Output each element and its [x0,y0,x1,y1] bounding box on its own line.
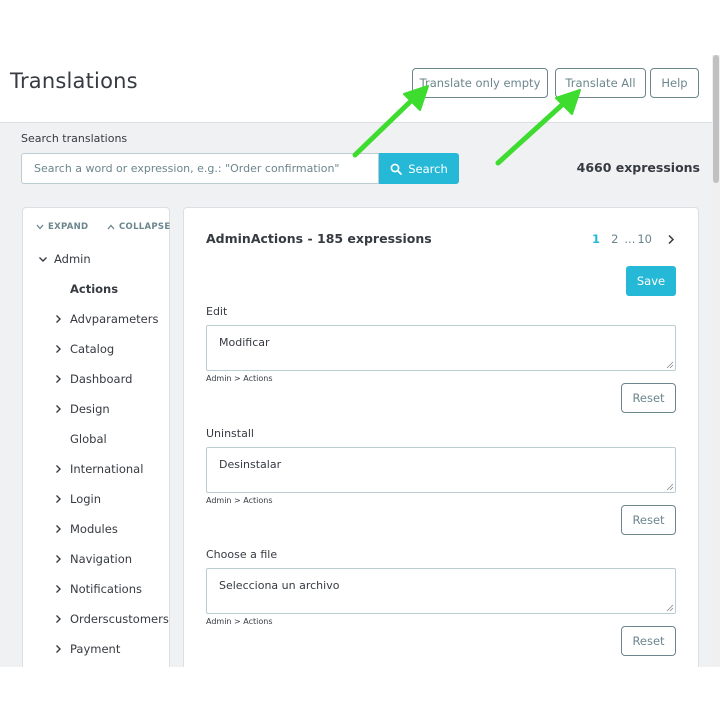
tree-item-label: Notifications [70,582,142,596]
tree-item-admin[interactable]: Admin [23,248,169,270]
expressions-count: 4660 expressions [576,160,700,175]
search-label: Search translations [21,132,128,145]
tree-item-catalog[interactable]: Catalog [23,338,169,360]
chevron-down-icon [39,256,47,262]
tree-item-label: International [70,462,144,476]
tree-item-notifications[interactable]: Notifications [23,578,169,600]
translation-path: Admin > Actions [206,374,273,383]
tree-item-orderscustomers[interactable]: Orderscustomers [23,608,169,630]
translation-textarea[interactable]: Selecciona un archivo [206,568,676,614]
tree-item-advparameters[interactable]: Advparameters [23,308,169,330]
scrollbar-thumb[interactable] [713,55,719,183]
chevron-right-icon [56,315,61,323]
translate-only-empty-button[interactable]: Translate only empty [412,68,548,98]
tree-item-label: Admin [54,252,91,266]
translations-panel: AdminActions - 185 expressions 1 2 ... 1… [183,207,699,667]
chevron-right-icon [56,555,61,563]
translation-tree: EXPAND COLLAPSE Admin Actions Advparamete… [22,207,170,667]
tree-item-label: Modules [70,522,118,536]
expand-all-button[interactable]: EXPAND [36,222,88,232]
resize-grip-icon[interactable] [666,604,674,612]
translation-path: Admin > Actions [206,617,273,626]
chevron-right-icon [56,345,61,353]
resize-grip-icon[interactable] [666,361,674,369]
chevron-right-icon [56,375,61,383]
tree-item-global[interactable]: Global [23,428,169,450]
chevron-down-icon [36,224,44,230]
tree-item-dashboard[interactable]: Dashboard [23,368,169,390]
tree-item-international[interactable]: International [23,458,169,480]
chevron-right-icon [56,405,61,413]
translation-path: Admin > Actions [206,495,273,505]
translation-value: Selecciona un archivo [219,579,340,592]
tree-item-label: Payment [70,642,121,656]
search-placeholder: Search a word or expression, e.g.: "Orde… [34,162,340,175]
translation-textarea[interactable]: Desinstalar [206,446,676,493]
search-button[interactable]: Search [379,153,459,184]
page-link-last[interactable]: 10 [637,232,652,246]
tree-item-label: Catalog [70,342,115,356]
expand-label: EXPAND [48,222,89,232]
page-link-2[interactable]: 2 [611,232,618,246]
chevron-up-icon [107,224,115,230]
tree-item-label: Navigation [70,552,133,566]
collapse-label: COLLAPSE [119,222,171,232]
tree-item-design[interactable]: Design [23,398,169,420]
chevron-right-icon [56,615,61,623]
reset-button[interactable]: Reset [621,383,676,413]
tree-item-modules[interactable]: Modules [23,518,169,540]
translation-textarea[interactable]: Modificar [206,325,676,371]
translation-value: Desinstalar [219,457,282,471]
tree-item-label: Design [70,402,110,416]
page-link-current[interactable]: 1 [592,232,600,246]
tree-item-label: Orderscustomers [70,612,169,626]
domain-title: AdminActions - 185 expressions [206,231,432,246]
chevron-right-icon [56,585,61,593]
search-input[interactable]: Search a word or expression, e.g.: "Orde… [21,153,379,184]
chevron-right-icon [56,495,61,503]
tree-item-login[interactable]: Login [23,488,169,510]
reset-button[interactable]: Reset [621,504,676,535]
entry-label: Edit [206,305,228,318]
tree-item-navigation[interactable]: Navigation [23,548,169,570]
entry-label: Choose a file [206,548,278,561]
tree-item-label: Login [70,492,102,506]
tree-item-actions[interactable]: Actions [23,278,169,300]
resize-grip-icon[interactable] [666,483,674,491]
chevron-right-icon [56,465,61,473]
chevron-right-icon [56,525,61,533]
save-button[interactable]: Save [626,266,676,296]
help-button[interactable]: Help [650,68,699,98]
tree-item-label: Actions [70,282,119,296]
collapse-all-button[interactable]: COLLAPSE [107,222,170,232]
chevron-right-icon [56,645,61,653]
page-title: Translations [10,69,138,93]
page-ellipsis: ... [624,232,636,246]
entry-label: Uninstall [206,426,254,440]
translate-all-button[interactable]: Translate All [555,68,646,98]
reset-button[interactable]: Reset [621,626,676,656]
chevron-right-icon[interactable] [666,234,676,245]
translation-value: Modificar [219,336,270,349]
tree-item-label: Dashboard [70,372,133,386]
page-scrollbar[interactable] [712,55,720,667]
search-icon [390,163,403,175]
tree-item-label: Global [70,432,107,446]
tree-item-label: Advparameters [70,312,159,326]
search-button-label: Search [408,161,448,176]
tree-item-payment[interactable]: Payment [23,638,169,660]
pagination: 1 2 ... 10 [592,232,676,246]
